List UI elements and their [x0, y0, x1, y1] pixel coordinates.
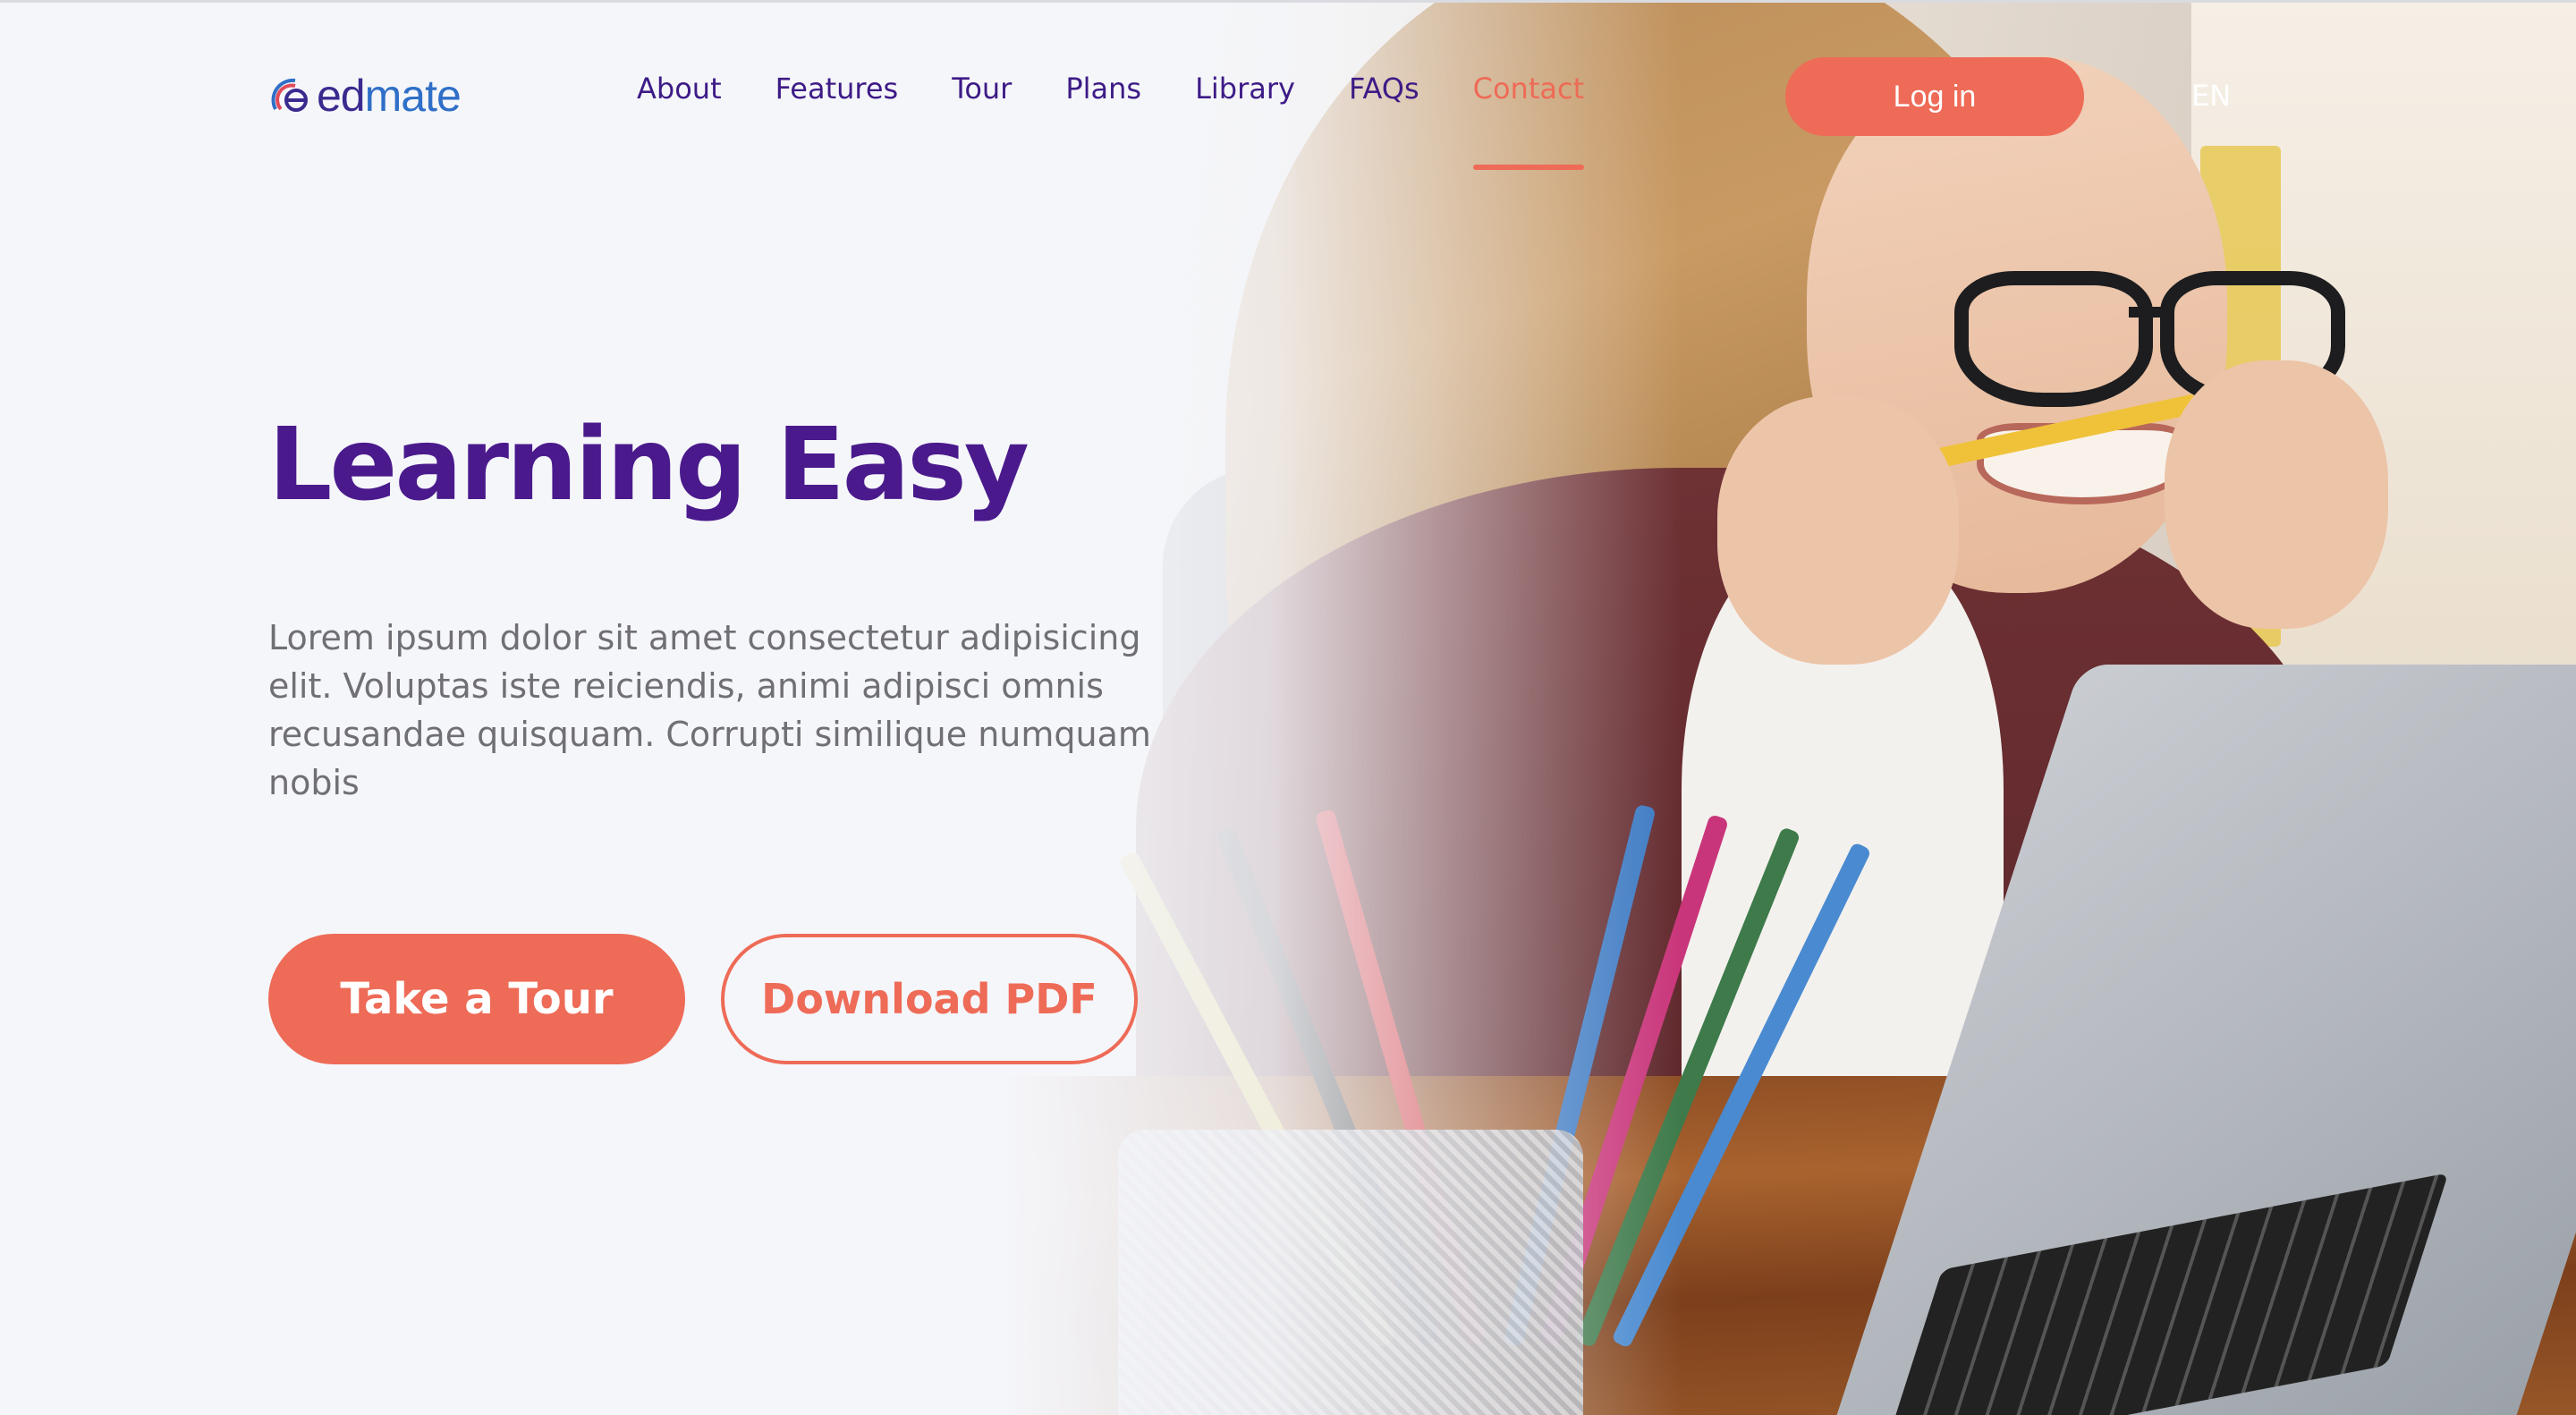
photo-glasses-left	[1954, 271, 2153, 407]
brand-name-part2: mate	[364, 71, 462, 121]
nav-item-about[interactable]: About	[637, 72, 722, 106]
take-tour-button[interactable]: Take a Tour	[268, 934, 685, 1064]
language-selector[interactable]: EN	[2191, 79, 2231, 113]
login-button[interactable]: Log in	[1785, 57, 2084, 136]
photo-hand-left	[1717, 396, 1959, 665]
main-nav: About Features Tour Plans Library FAQs C…	[637, 72, 1638, 170]
hero-photo	[1002, 3, 2576, 1415]
nav-item-tour[interactable]: Tour	[952, 72, 1012, 106]
hero-title: Learning Easy	[268, 407, 1030, 523]
nav-item-plans[interactable]: Plans	[1065, 72, 1141, 106]
nav-item-contact[interactable]: Contact	[1472, 72, 1584, 170]
nav-item-library[interactable]: Library	[1195, 72, 1295, 106]
brand-name-part1: ed	[317, 71, 366, 121]
nav-item-features[interactable]: Features	[775, 72, 899, 106]
hero-description: Lorem ipsum dolor sit amet consectetur a…	[268, 618, 1151, 802]
photo-hand-right	[2165, 360, 2388, 629]
brand-name: edmate	[317, 70, 462, 122]
download-pdf-button[interactable]: Download PDF	[721, 934, 1138, 1064]
edmate-logo-icon	[268, 73, 313, 118]
photo-glasses-bridge	[2129, 307, 2165, 318]
nav-item-faqs[interactable]: FAQs	[1349, 72, 1419, 106]
brand-logo[interactable]: edmate	[268, 70, 462, 122]
